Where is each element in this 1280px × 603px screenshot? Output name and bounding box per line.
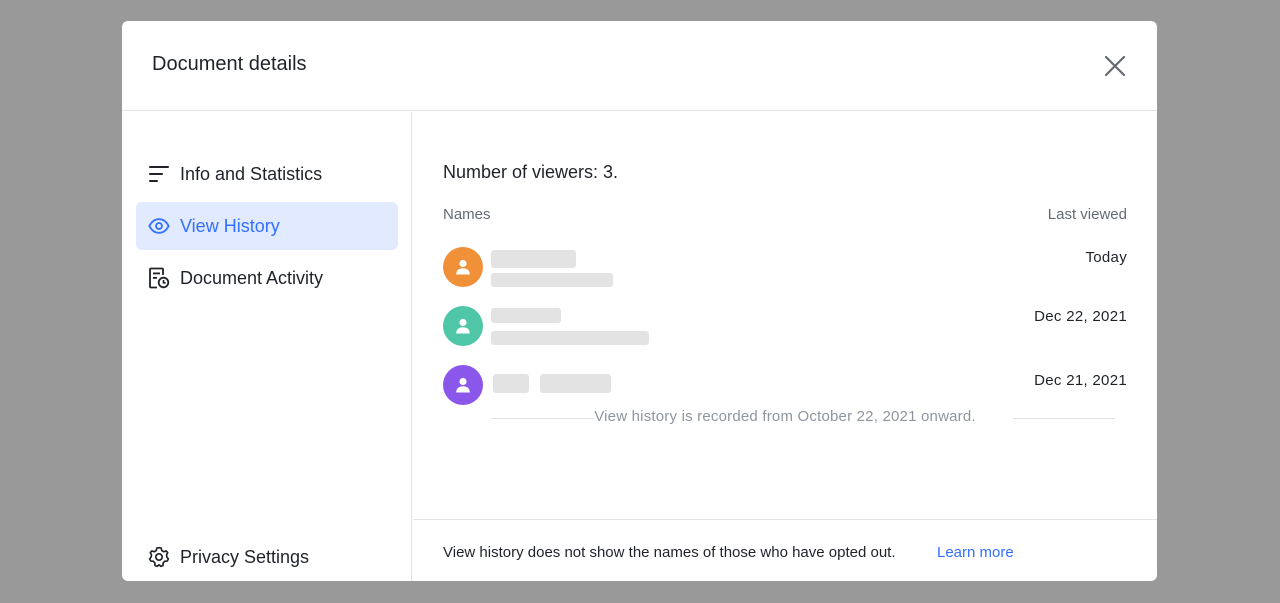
avatar	[443, 306, 483, 346]
sidebar-item-document-activity[interactable]: Document Activity	[136, 254, 398, 302]
gear-icon	[148, 546, 170, 568]
dialog-header: Document details	[122, 21, 1157, 111]
viewer-row: Dec 21, 2021	[443, 365, 1127, 407]
redacted-name	[491, 250, 576, 268]
sidebar-item-info-and-statistics[interactable]: Info and Statistics	[136, 150, 398, 198]
last-viewed-date: Today	[1085, 249, 1127, 266]
avatar	[443, 247, 483, 287]
list-lines-icon	[148, 163, 170, 185]
close-button[interactable]	[1100, 51, 1130, 81]
panel-footer: View history does not show the names of …	[413, 519, 1157, 581]
close-icon	[1104, 55, 1126, 77]
viewer-row: Dec 22, 2021	[443, 306, 1127, 348]
redacted-name	[493, 374, 529, 393]
avatar	[443, 365, 483, 405]
redacted-detail	[491, 273, 613, 287]
redacted-name	[540, 374, 611, 393]
learn-more-link[interactable]: Learn more	[937, 544, 1014, 561]
sidebar-item-label: Document Activity	[180, 267, 324, 288]
last-viewed-date: Dec 21, 2021	[1034, 372, 1127, 389]
sidebar-item-privacy-settings[interactable]: Privacy Settings	[136, 533, 398, 581]
details-sidebar: Info and Statistics View History Documen…	[122, 112, 412, 581]
person-icon	[456, 318, 470, 334]
sidebar-item-view-history[interactable]: View History	[136, 202, 398, 250]
sidebar-item-label: View History	[180, 215, 280, 236]
eye-icon	[148, 215, 170, 237]
redacted-name	[491, 308, 561, 323]
names-column-header: Names	[443, 206, 491, 223]
opt-out-notice: View history does not show the names of …	[443, 544, 896, 561]
viewer-row: Today	[443, 247, 1127, 289]
person-icon	[456, 377, 470, 393]
view-history-panel: Number of viewers: 3. Names Last viewed …	[413, 112, 1157, 581]
last-viewed-date: Dec 22, 2021	[1034, 308, 1127, 325]
last-viewed-column-header: Last viewed	[1047, 206, 1127, 223]
dialog-title: Document details	[152, 53, 307, 75]
sidebar-item-label: Info and Statistics	[180, 163, 323, 184]
person-icon	[456, 259, 470, 275]
document-details-dialog: Document details Info and Statistics Vie…	[122, 21, 1157, 581]
sidebar-item-label: Privacy Settings	[180, 546, 310, 567]
record-start-note: View history is recorded from October 22…	[594, 408, 976, 425]
document-clock-icon	[148, 267, 170, 289]
redacted-detail	[491, 331, 649, 345]
viewers-count: Number of viewers: 3.	[443, 162, 619, 182]
